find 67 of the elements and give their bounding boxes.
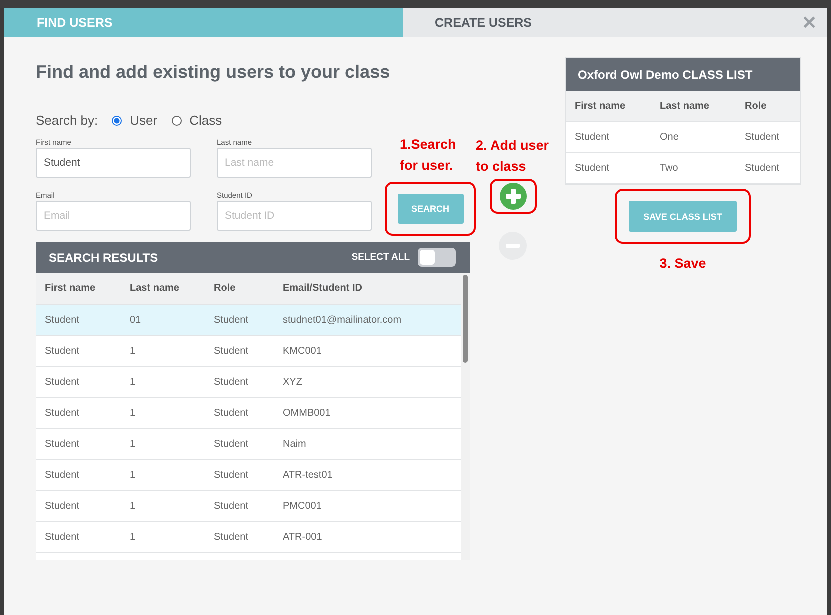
- column-header: Email/Student ID: [283, 283, 364, 294]
- table-cell-text: Student: [45, 532, 80, 542]
- table-cell-text: OMMB001: [283, 408, 332, 418]
- table-cell-text: 1: [130, 376, 137, 388]
- table-cell-text: 1: [130, 408, 137, 418]
- column-header: Last name: [660, 100, 710, 112]
- radio-button[interactable]: [112, 116, 122, 126]
- annotation-text: for user.: [400, 157, 454, 175]
- input-field[interactable]: Last name: [217, 148, 372, 178]
- table-cell-text: Student: [745, 132, 780, 142]
- table-cell-text: PMC001: [283, 500, 323, 512]
- table-cell-text: Student: [45, 314, 80, 326]
- table-cell-text: Student: [45, 438, 80, 450]
- select-all-toggle[interactable]: [418, 248, 456, 267]
- table-cell-text: Student: [45, 376, 80, 388]
- search-by-label: Search by:: [36, 113, 98, 128]
- table-cell-text: Student: [45, 500, 80, 512]
- table-cell-text: 1: [130, 532, 137, 542]
- table-cell-text: Student: [214, 314, 250, 326]
- table-cell-text: studnet01@mailinator.com: [283, 314, 403, 326]
- add-icon[interactable]: [500, 183, 527, 210]
- table-cell-text: Student: [45, 346, 80, 356]
- table-cell-text: Student: [214, 376, 250, 388]
- table-cell-text: Student: [214, 346, 250, 356]
- column-header: First name: [575, 100, 627, 112]
- annotation-text: to class: [476, 158, 528, 176]
- table-cell-text: Student: [214, 500, 250, 512]
- table-cell-text: Student: [214, 408, 250, 418]
- table-cell-text: KMC001: [283, 346, 323, 356]
- table-cell-text: Student: [575, 132, 610, 142]
- column-header: Last name: [130, 283, 180, 294]
- table-cell-text: Naim: [283, 438, 308, 450]
- input-field[interactable]: Email: [36, 201, 191, 231]
- table-cell-text: One: [660, 132, 680, 142]
- annotation-text: 1.Search: [400, 136, 458, 154]
- table-cell-text: Student: [214, 532, 250, 542]
- scrollbar[interactable]: [461, 273, 470, 560]
- input-field[interactable]: Student: [36, 148, 191, 178]
- column-header: First name: [45, 283, 97, 294]
- table-cell-text: Student: [214, 438, 250, 450]
- table-cell-text: XYZ: [283, 376, 304, 388]
- panel-title: Oxford Owl Demo CLASS LIST: [566, 58, 800, 91]
- table-cell-text: 01: [130, 314, 142, 326]
- select-all-label: SELECT ALL: [352, 252, 410, 263]
- annotation-text: 3. Save: [660, 255, 706, 273]
- column-header: Role: [214, 283, 237, 294]
- table-cell-text: Two: [660, 162, 680, 174]
- annotation-text: 2. Add user: [476, 137, 550, 155]
- input-field[interactable]: Student ID: [217, 201, 372, 231]
- table-cell-text: Student: [575, 162, 610, 174]
- table-cell-text: Student: [45, 408, 80, 418]
- table-cell-text: 1: [130, 438, 137, 450]
- radio-label[interactable]: User: [130, 113, 158, 128]
- result-row[interactable]: Student 01 Student studnet01@mailinator.com: [36, 305, 461, 336]
- table-cell-text: ATR-001: [283, 532, 324, 542]
- radio-label[interactable]: Class: [190, 113, 222, 128]
- table-cell-text: Student: [45, 470, 80, 480]
- table-cell-text: Student: [745, 162, 780, 174]
- radio-button[interactable]: [172, 116, 182, 126]
- dialog-heading: Find and add existing users to your class: [36, 62, 392, 83]
- table-cell-text: ATR-test01: [283, 470, 334, 480]
- table-cell-text: Student: [214, 470, 250, 480]
- column-header: Role: [745, 100, 768, 112]
- table-cell-text: 1: [130, 500, 137, 512]
- panel-title: SEARCH RESULTS: [49, 250, 158, 264]
- table-cell-text: 1: [130, 470, 137, 480]
- table-cell-text: 1: [130, 346, 137, 356]
